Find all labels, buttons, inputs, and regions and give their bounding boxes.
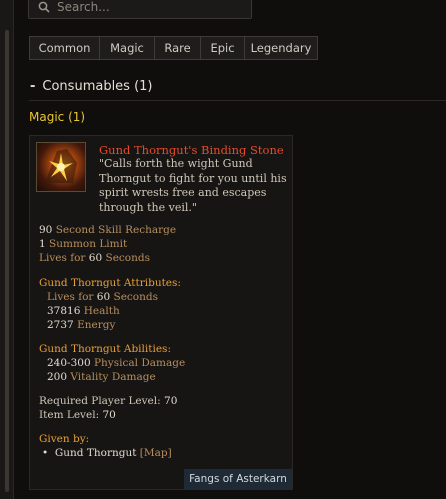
- tab-magic[interactable]: Magic: [99, 36, 155, 60]
- item-name[interactable]: Gund Thorngut's Binding Stone: [99, 143, 284, 157]
- search-icon: [33, 1, 55, 13]
- item-description: "Calls forth the wight Gund Thorngut to …: [99, 157, 287, 214]
- scrollbar[interactable]: [5, 30, 9, 492]
- section-divider: [29, 100, 446, 101]
- attr-lives-for: Lives for 60 Seconds: [47, 291, 158, 303]
- search-box: [28, 0, 252, 19]
- rarity-group-title: Magic (1): [29, 110, 86, 124]
- map-link[interactable]: [Map]: [140, 447, 172, 459]
- abilities-heading: Gund Thorngut Abilities:: [39, 343, 171, 355]
- given-by-heading: Given by:: [39, 433, 90, 445]
- given-by-entry: • Gund Thorngut [Map]: [42, 447, 172, 459]
- stat-lives-for: Lives for 60 Seconds: [39, 252, 150, 264]
- section-title: Consumables (1): [42, 79, 153, 94]
- expansion-badge: Fangs of Asterkarn: [184, 469, 292, 489]
- item-card: Gund Thorngut's Binding Stone "Calls for…: [29, 135, 293, 490]
- npc-link[interactable]: Gund Thorngut: [55, 447, 137, 459]
- tab-epic[interactable]: Epic: [200, 36, 245, 60]
- attr-energy: 2737 Energy: [47, 319, 116, 331]
- ability-physical: 240-300 Physical Damage: [47, 357, 186, 369]
- attr-health: 37816 Health: [47, 305, 120, 317]
- left-panel-strip: [0, 0, 14, 499]
- item-level: Item Level: 70: [39, 409, 116, 421]
- search-input[interactable]: [55, 0, 251, 15]
- stat-summon-limit: 1 Summon Limit: [39, 238, 128, 250]
- required-level: Required Player Level: 70: [39, 395, 178, 407]
- tab-legendary[interactable]: Legendary: [244, 36, 318, 60]
- attributes-heading: Gund Thorngut Attributes:: [39, 277, 181, 289]
- stat-recharge: 90 Second Skill Recharge: [39, 224, 177, 236]
- section-header-consumables[interactable]: - Consumables (1): [30, 79, 153, 94]
- rarity-tabs: Common Magic Rare Epic Legendary: [29, 36, 318, 60]
- tab-rare[interactable]: Rare: [154, 36, 201, 60]
- ability-vitality: 200 Vitality Damage: [47, 371, 156, 383]
- binding-stone-icon: [36, 142, 86, 192]
- tab-common[interactable]: Common: [29, 36, 100, 60]
- collapse-icon[interactable]: -: [30, 79, 35, 94]
